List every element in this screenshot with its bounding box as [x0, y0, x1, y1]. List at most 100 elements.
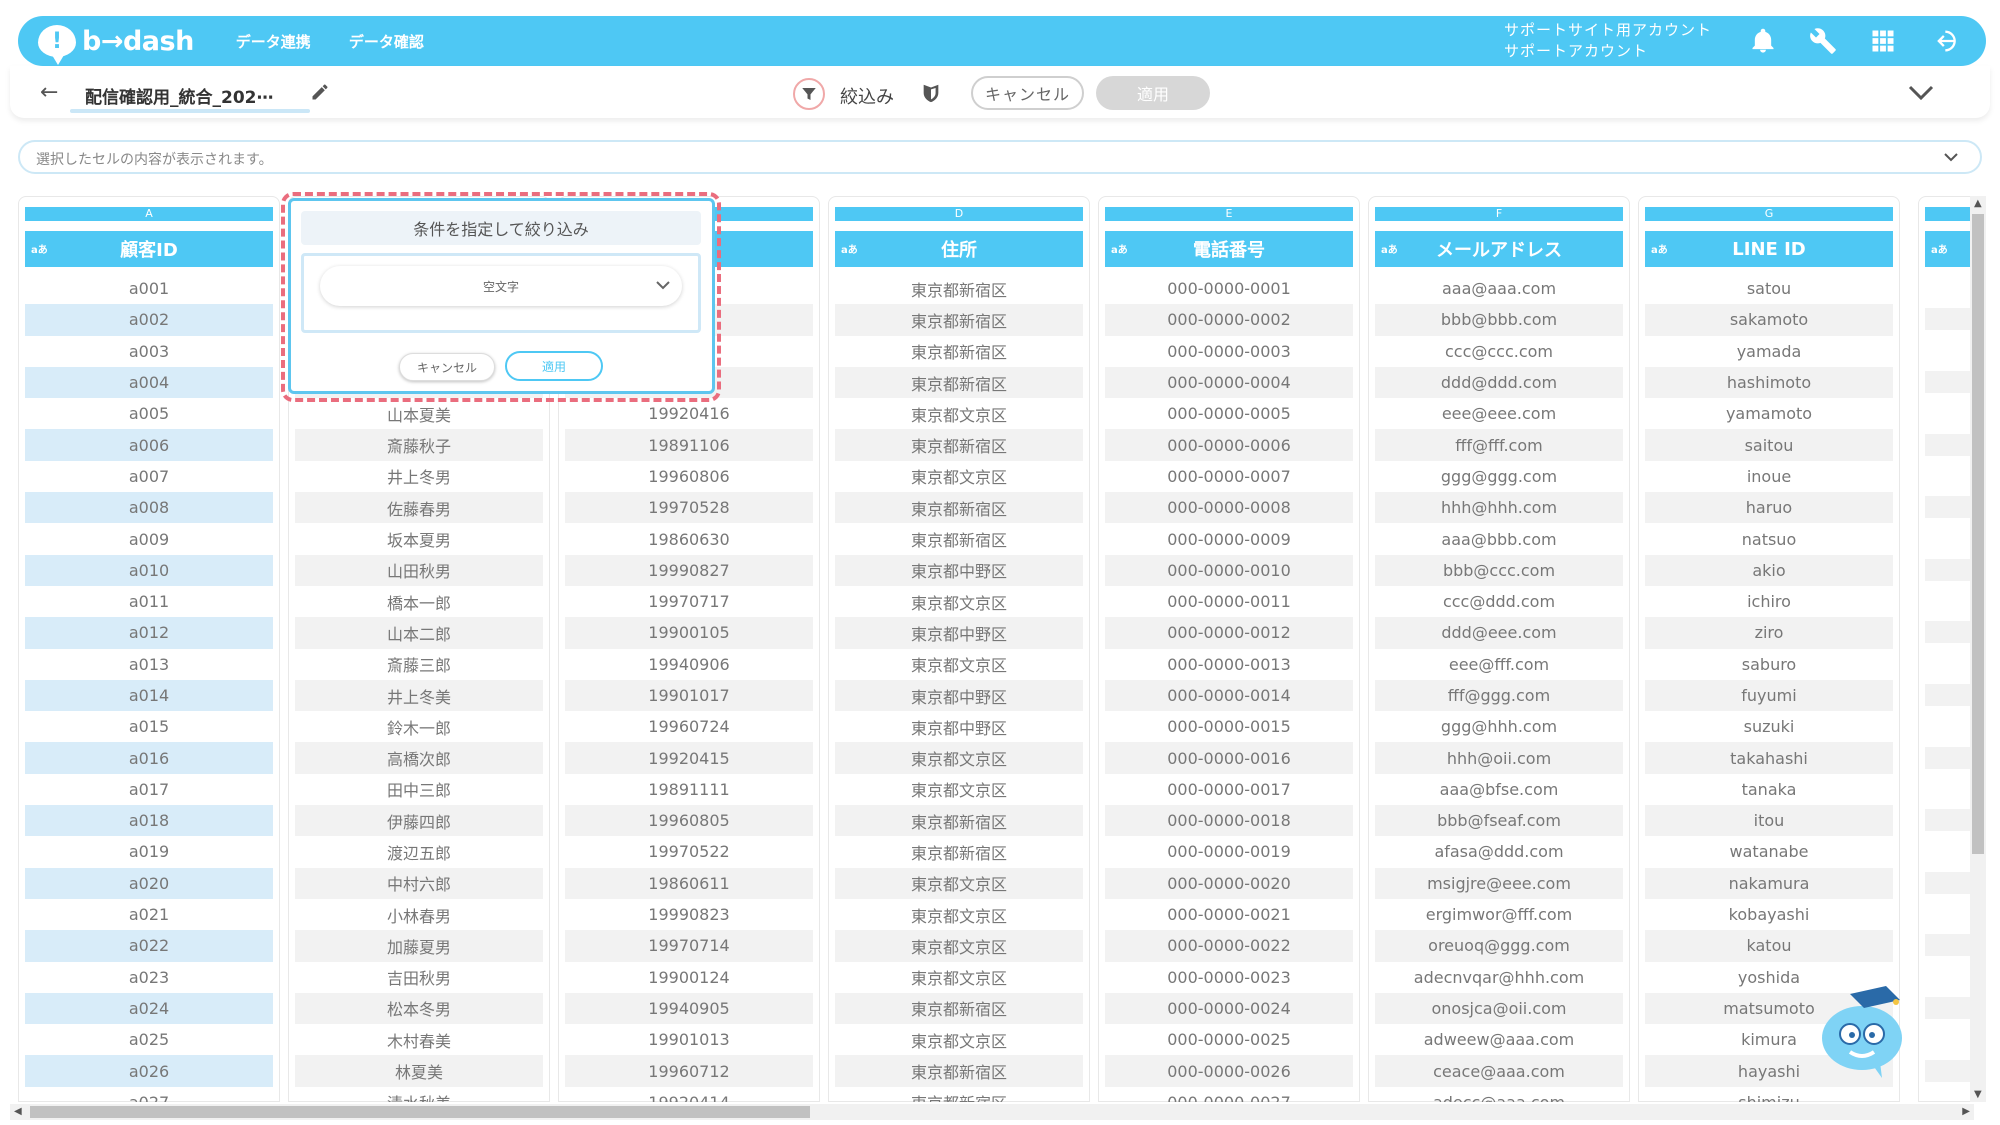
table-cell[interactable]: 19970717: [565, 586, 813, 617]
table-cell[interactable]: 東京都新宿区: [835, 492, 1083, 524]
column-header[interactable]: aあ 電話番号: [1105, 231, 1353, 267]
table-cell[interactable]: a003: [25, 336, 273, 367]
table-cell[interactable]: 東京都中野区: [835, 711, 1083, 742]
table-cell[interactable]: 小林春男: [295, 899, 543, 930]
table-cell[interactable]: 19990823: [565, 899, 813, 930]
table-cell[interactable]: 19960724: [565, 711, 813, 742]
table-cell[interactable]: 東京都文京区: [835, 586, 1083, 617]
table-cell[interactable]: 山本二郎: [295, 617, 543, 649]
table-cell[interactable]: [1925, 433, 1974, 456]
table-cell[interactable]: 吉田秋男: [295, 962, 543, 993]
table-cell[interactable]: a017: [25, 774, 273, 805]
table-cell[interactable]: bbb@ccc.com: [1375, 554, 1623, 586]
column-letter[interactable]: A: [25, 207, 273, 221]
table-cell[interactable]: 斎藤秋子: [295, 429, 543, 461]
table-cell[interactable]: ceace@aaa.com: [1375, 1055, 1623, 1087]
table-cell[interactable]: a020: [25, 867, 273, 899]
table-cell[interactable]: 東京都新宿区: [835, 992, 1083, 1025]
table-cell[interactable]: [1925, 809, 1974, 832]
table-cell[interactable]: ddd@eee.com: [1375, 617, 1623, 649]
toolbar-apply-button[interactable]: 適用: [1096, 76, 1210, 110]
table-cell[interactable]: a008: [25, 492, 273, 524]
table-cell[interactable]: 加藤夏男: [295, 930, 543, 962]
table-cell[interactable]: [1925, 370, 1974, 393]
column-header[interactable]: aあ 顧客ID: [25, 231, 273, 267]
table-cell[interactable]: 東京都新宿区: [835, 366, 1083, 399]
table-cell[interactable]: a009: [25, 523, 273, 554]
table-cell[interactable]: sakamoto: [1645, 304, 1893, 336]
account-info[interactable]: サポートサイト用アカウント サポートアカウント: [1504, 20, 1712, 62]
table-cell[interactable]: 000-0000-0014: [1105, 679, 1353, 712]
table-cell[interactable]: a027: [25, 1087, 273, 1102]
table-cell[interactable]: 000-0000-0023: [1105, 962, 1353, 993]
table-cell[interactable]: 000-0000-0011: [1105, 586, 1353, 617]
table-cell[interactable]: afasa@ddd.com: [1375, 836, 1623, 867]
shield-icon[interactable]: [920, 81, 942, 105]
table-cell[interactable]: 井上冬美: [295, 679, 543, 712]
table-cell[interactable]: [1925, 308, 1974, 331]
table-cell[interactable]: natsuo: [1645, 523, 1893, 554]
table-cell[interactable]: bbb@fseaf.com: [1375, 805, 1623, 837]
table-cell[interactable]: 000-0000-0024: [1105, 992, 1353, 1025]
table-cell[interactable]: 東京都文京区: [835, 649, 1083, 680]
table-cell[interactable]: 19960712: [565, 1055, 813, 1087]
table-cell[interactable]: 000-0000-0007: [1105, 461, 1353, 492]
table-cell[interactable]: [1925, 996, 1974, 1019]
table-cell[interactable]: 清水秋美: [295, 1087, 543, 1102]
table-cell[interactable]: a005: [25, 398, 273, 429]
table-cell[interactable]: a004: [25, 366, 273, 399]
table-cell[interactable]: a026: [25, 1055, 273, 1087]
table-cell[interactable]: a006: [25, 429, 273, 461]
table-cell[interactable]: 林夏美: [295, 1055, 543, 1087]
table-cell[interactable]: 000-0000-0027: [1105, 1087, 1353, 1102]
table-cell[interactable]: 000-0000-0018: [1105, 805, 1353, 837]
table-cell[interactable]: 橋本一郎: [295, 586, 543, 617]
popup-cancel-button[interactable]: キャンセル: [399, 353, 495, 381]
horizontal-scrollbar[interactable]: ◀ ▶: [10, 1104, 1974, 1120]
scroll-down-arrow-icon[interactable]: ▼: [1974, 1089, 1982, 1100]
table-cell[interactable]: ggg@ggg.com: [1375, 461, 1623, 492]
table-cell[interactable]: 19920414: [565, 1087, 813, 1102]
table-cell[interactable]: a019: [25, 836, 273, 867]
table-cell[interactable]: a021: [25, 899, 273, 930]
table-cell[interactable]: 000-0000-0022: [1105, 930, 1353, 962]
table-cell[interactable]: 井上冬男: [295, 461, 543, 492]
table-cell[interactable]: 000-0000-0004: [1105, 366, 1353, 399]
table-cell[interactable]: hhh@hhh.com: [1375, 492, 1623, 524]
table-cell[interactable]: 19860611: [565, 867, 813, 899]
b-dash-logo[interactable]: ! b→dash: [38, 25, 194, 65]
table-cell[interactable]: a018: [25, 805, 273, 837]
table-cell[interactable]: 19970714: [565, 930, 813, 962]
table-cell[interactable]: 田中三郎: [295, 774, 543, 805]
table-cell[interactable]: 19970528: [565, 492, 813, 524]
table-cell[interactable]: tanaka: [1645, 774, 1893, 805]
table-cell[interactable]: 19901017: [565, 679, 813, 712]
logout-icon[interactable]: [1928, 26, 1958, 56]
table-cell[interactable]: 伊藤四郎: [295, 805, 543, 837]
nav-data-integration[interactable]: データ連携: [236, 31, 311, 52]
toolbar-cancel-button[interactable]: キャンセル: [971, 76, 1084, 110]
table-cell[interactable]: nakamura: [1645, 867, 1893, 899]
column-header[interactable]: aあ メールアドレス: [1375, 231, 1623, 267]
table-cell[interactable]: [1925, 746, 1974, 769]
table-cell[interactable]: inoue: [1645, 461, 1893, 492]
table-cell[interactable]: 東京都中野区: [835, 617, 1083, 649]
table-cell[interactable]: 000-0000-0013: [1105, 649, 1353, 680]
horizontal-scroll-thumb[interactable]: [30, 1106, 810, 1118]
table-cell[interactable]: 東京都新宿区: [835, 273, 1083, 304]
table-cell[interactable]: 東京都新宿区: [835, 1055, 1083, 1087]
table-cell[interactable]: 000-0000-0010: [1105, 554, 1353, 586]
table-cell[interactable]: [1925, 1059, 1974, 1082]
table-cell[interactable]: watanabe: [1645, 836, 1893, 867]
column-letter[interactable]: E: [1105, 207, 1353, 221]
table-cell[interactable]: oreuoq@ggg.com: [1375, 930, 1623, 962]
table-cell[interactable]: 東京都文京区: [835, 899, 1083, 930]
table-cell[interactable]: 東京都文京区: [835, 774, 1083, 805]
table-cell[interactable]: 19960806: [565, 461, 813, 492]
scroll-left-arrow-icon[interactable]: ◀: [14, 1106, 22, 1117]
table-cell[interactable]: 000-0000-0016: [1105, 742, 1353, 774]
table-cell[interactable]: hhh@oii.com: [1375, 742, 1623, 774]
column-header[interactable]: aあ LINE ID: [1645, 231, 1893, 267]
table-cell[interactable]: [1925, 496, 1974, 519]
vertical-scrollbar[interactable]: ▲ ▼: [1970, 196, 1986, 1102]
